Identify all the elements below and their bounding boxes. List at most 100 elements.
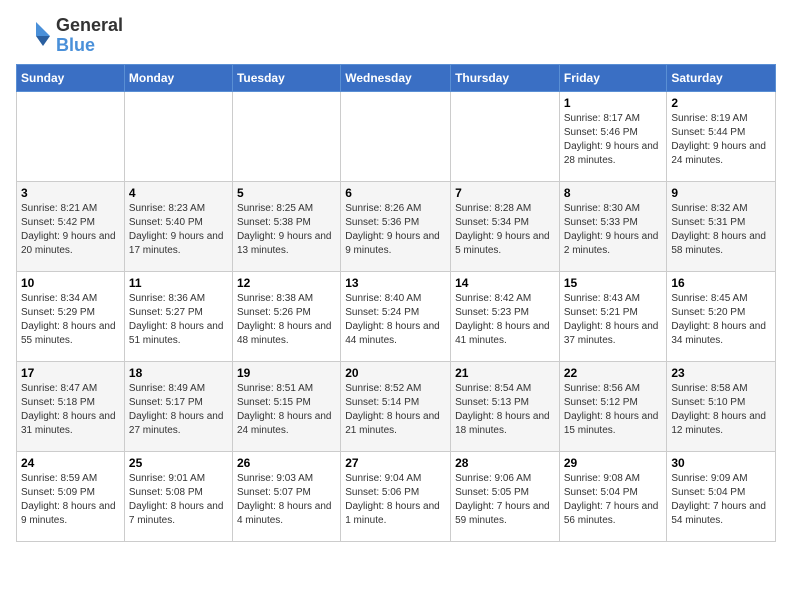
day-number: 19 xyxy=(237,366,336,380)
day-info: Sunrise: 8:58 AM Sunset: 5:10 PM Dayligh… xyxy=(671,382,771,438)
calendar-cell xyxy=(341,91,451,181)
day-number: 15 xyxy=(564,276,663,290)
day-number: 5 xyxy=(237,186,336,200)
day-number: 8 xyxy=(564,186,663,200)
day-number: 3 xyxy=(21,186,120,200)
calendar-cell: 4Sunrise: 8:23 AM Sunset: 5:40 PM Daylig… xyxy=(124,181,232,271)
day-info: Sunrise: 8:54 AM Sunset: 5:13 PM Dayligh… xyxy=(455,382,555,438)
day-number: 17 xyxy=(21,366,120,380)
calendar-cell: 2 Sunrise: 8:19 AM Sunset: 5:44 PM Daylig… xyxy=(667,91,776,181)
calendar-cell: 8 Sunrise: 8:30 AM Sunset: 5:33 PM Daylig… xyxy=(559,181,667,271)
day-info: Sunrise: 8:30 AM Sunset: 5:33 PM Dayligh… xyxy=(564,202,663,258)
calendar-header-sunday: Sunday xyxy=(17,64,125,91)
calendar-cell: 23Sunrise: 8:58 AM Sunset: 5:10 PM Dayli… xyxy=(667,361,776,451)
day-info: Sunrise: 8:26 AM Sunset: 5:36 PM Dayligh… xyxy=(345,202,446,258)
day-info: Sunrise: 8:21 AM Sunset: 5:42 PM Dayligh… xyxy=(21,202,120,258)
calendar-cell: 11 Sunrise: 8:36 AM Sunset: 5:27 PM Dayli… xyxy=(124,271,232,361)
calendar-table: SundayMondayTuesdayWednesdayThursdayFrid… xyxy=(16,64,776,542)
calendar-cell: 10 Sunrise: 8:34 AM Sunset: 5:29 PM Dayli… xyxy=(17,271,125,361)
calendar-week-row: 17Sunrise: 8:47 AM Sunset: 5:18 PM Dayli… xyxy=(17,361,776,451)
calendar-cell: 5 Sunrise: 8:25 AM Sunset: 5:38 PM Daylig… xyxy=(232,181,340,271)
day-info: Sunrise: 8:51 AM Sunset: 5:15 PM Dayligh… xyxy=(237,382,336,438)
day-number: 20 xyxy=(345,366,446,380)
calendar-cell: 1Sunrise: 8:17 AM Sunset: 5:46 PM Daylig… xyxy=(559,91,667,181)
calendar-cell: 28 Sunrise: 9:06 AM Sunset: 5:05 PM Dayli… xyxy=(451,451,560,541)
calendar-cell: 6 Sunrise: 8:26 AM Sunset: 5:36 PM Daylig… xyxy=(341,181,451,271)
calendar-cell: 17Sunrise: 8:47 AM Sunset: 5:18 PM Dayli… xyxy=(17,361,125,451)
calendar-cell: 3 Sunrise: 8:21 AM Sunset: 5:42 PM Daylig… xyxy=(17,181,125,271)
calendar-cell: 7 Sunrise: 8:28 AM Sunset: 5:34 PM Daylig… xyxy=(451,181,560,271)
day-number: 13 xyxy=(345,276,446,290)
calendar-cell: 19 Sunrise: 8:51 AM Sunset: 5:15 PM Dayli… xyxy=(232,361,340,451)
calendar-cell: 14Sunrise: 8:42 AM Sunset: 5:23 PM Dayli… xyxy=(451,271,560,361)
day-info: Sunrise: 8:34 AM Sunset: 5:29 PM Dayligh… xyxy=(21,292,120,348)
day-number: 30 xyxy=(671,456,771,470)
day-number: 16 xyxy=(671,276,771,290)
calendar-cell xyxy=(17,91,125,181)
day-number: 25 xyxy=(129,456,228,470)
day-number: 27 xyxy=(345,456,446,470)
page-header: GeneralBlue xyxy=(16,16,776,56)
day-number: 1 xyxy=(564,96,663,110)
day-number: 11 xyxy=(129,276,228,290)
calendar-header-saturday: Saturday xyxy=(667,64,776,91)
calendar-cell: 15Sunrise: 8:43 AM Sunset: 5:21 PM Dayli… xyxy=(559,271,667,361)
day-info: Sunrise: 8:59 AM Sunset: 5:09 PM Dayligh… xyxy=(21,472,120,528)
calendar-cell: 24 Sunrise: 8:59 AM Sunset: 5:09 PM Dayli… xyxy=(17,451,125,541)
calendar-header-tuesday: Tuesday xyxy=(232,64,340,91)
calendar-cell xyxy=(232,91,340,181)
day-info: Sunrise: 8:23 AM Sunset: 5:40 PM Dayligh… xyxy=(129,202,228,258)
day-info: Sunrise: 8:25 AM Sunset: 5:38 PM Dayligh… xyxy=(237,202,336,258)
day-info: Sunrise: 9:04 AM Sunset: 5:06 PM Dayligh… xyxy=(345,472,446,528)
day-number: 10 xyxy=(21,276,120,290)
day-info: Sunrise: 8:36 AM Sunset: 5:27 PM Dayligh… xyxy=(129,292,228,348)
day-number: 26 xyxy=(237,456,336,470)
day-info: Sunrise: 8:49 AM Sunset: 5:17 PM Dayligh… xyxy=(129,382,228,438)
day-info: Sunrise: 8:38 AM Sunset: 5:26 PM Dayligh… xyxy=(237,292,336,348)
day-info: Sunrise: 8:56 AM Sunset: 5:12 PM Dayligh… xyxy=(564,382,663,438)
day-info: Sunrise: 8:28 AM Sunset: 5:34 PM Dayligh… xyxy=(455,202,555,258)
day-info: Sunrise: 9:03 AM Sunset: 5:07 PM Dayligh… xyxy=(237,472,336,528)
logo: GeneralBlue xyxy=(16,16,123,56)
day-number: 2 xyxy=(671,96,771,110)
calendar-cell: 29 Sunrise: 9:08 AM Sunset: 5:04 PM Dayli… xyxy=(559,451,667,541)
calendar-cell: 16 Sunrise: 8:45 AM Sunset: 5:20 PM Dayli… xyxy=(667,271,776,361)
day-info: Sunrise: 8:42 AM Sunset: 5:23 PM Dayligh… xyxy=(455,292,555,348)
calendar-cell: 13Sunrise: 8:40 AM Sunset: 5:24 PM Dayli… xyxy=(341,271,451,361)
day-info: Sunrise: 8:45 AM Sunset: 5:20 PM Dayligh… xyxy=(671,292,771,348)
calendar-header-monday: Monday xyxy=(124,64,232,91)
day-number: 6 xyxy=(345,186,446,200)
day-info: Sunrise: 8:19 AM Sunset: 5:44 PM Dayligh… xyxy=(671,112,771,168)
calendar-header-row: SundayMondayTuesdayWednesdayThursdayFrid… xyxy=(17,64,776,91)
calendar-cell: 30 Sunrise: 9:09 AM Sunset: 5:04 PM Dayli… xyxy=(667,451,776,541)
calendar-header-friday: Friday xyxy=(559,64,667,91)
day-info: Sunrise: 9:01 AM Sunset: 5:08 PM Dayligh… xyxy=(129,472,228,528)
day-info: Sunrise: 9:06 AM Sunset: 5:05 PM Dayligh… xyxy=(455,472,555,528)
logo-icon xyxy=(16,18,52,54)
day-info: Sunrise: 9:09 AM Sunset: 5:04 PM Dayligh… xyxy=(671,472,771,528)
day-number: 22 xyxy=(564,366,663,380)
day-number: 18 xyxy=(129,366,228,380)
calendar-cell xyxy=(451,91,560,181)
calendar-cell: 12Sunrise: 8:38 AM Sunset: 5:26 PM Dayli… xyxy=(232,271,340,361)
calendar-header-wednesday: Wednesday xyxy=(341,64,451,91)
calendar-week-row: 10 Sunrise: 8:34 AM Sunset: 5:29 PM Dayli… xyxy=(17,271,776,361)
day-number: 29 xyxy=(564,456,663,470)
calendar-cell: 18 Sunrise: 8:49 AM Sunset: 5:17 PM Dayli… xyxy=(124,361,232,451)
day-number: 21 xyxy=(455,366,555,380)
calendar-cell: 20Sunrise: 8:52 AM Sunset: 5:14 PM Dayli… xyxy=(341,361,451,451)
day-number: 28 xyxy=(455,456,555,470)
calendar-cell xyxy=(124,91,232,181)
calendar-cell: 27 Sunrise: 9:04 AM Sunset: 5:06 PM Dayli… xyxy=(341,451,451,541)
day-number: 24 xyxy=(21,456,120,470)
day-info: Sunrise: 8:32 AM Sunset: 5:31 PM Dayligh… xyxy=(671,202,771,258)
day-number: 9 xyxy=(671,186,771,200)
calendar-cell: 21 Sunrise: 8:54 AM Sunset: 5:13 PM Dayli… xyxy=(451,361,560,451)
calendar-cell: 26 Sunrise: 9:03 AM Sunset: 5:07 PM Dayli… xyxy=(232,451,340,541)
logo-text: GeneralBlue xyxy=(56,16,123,56)
calendar-week-row: 3 Sunrise: 8:21 AM Sunset: 5:42 PM Daylig… xyxy=(17,181,776,271)
calendar-header-thursday: Thursday xyxy=(451,64,560,91)
day-info: Sunrise: 9:08 AM Sunset: 5:04 PM Dayligh… xyxy=(564,472,663,528)
calendar-cell: 9 Sunrise: 8:32 AM Sunset: 5:31 PM Daylig… xyxy=(667,181,776,271)
day-number: 7 xyxy=(455,186,555,200)
